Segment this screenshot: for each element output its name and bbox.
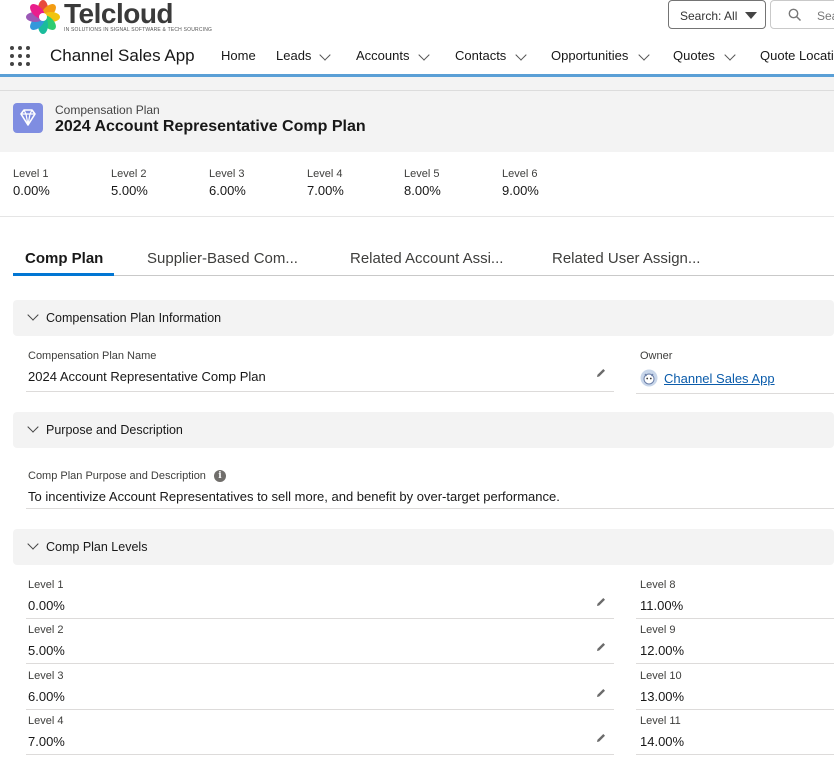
brand-tagline: IN SOLUTIONS IN SIGNAL SOFTWARE & TECH S… bbox=[64, 27, 213, 33]
highlight-label: Level 2 bbox=[111, 168, 147, 180]
flower-logo-icon bbox=[26, 0, 60, 34]
search-scope-select[interactable]: Search: All bbox=[668, 0, 766, 29]
page-title: 2024 Account Representative Comp Plan bbox=[55, 118, 366, 135]
field-value-level: 14.00% bbox=[640, 734, 685, 749]
active-tab-indicator bbox=[13, 273, 114, 276]
owner-link[interactable]: Channel Sales App bbox=[664, 371, 775, 386]
app-name: Channel Sales App bbox=[50, 46, 195, 65]
nav-accounts[interactable]: Accounts bbox=[356, 48, 409, 63]
field-label-level: Level 1 bbox=[28, 579, 64, 591]
pencil-icon[interactable] bbox=[595, 367, 607, 379]
owner-avatar-icon bbox=[640, 369, 658, 387]
chevron-down-icon[interactable] bbox=[319, 49, 331, 61]
field-value-level: 13.00% bbox=[640, 689, 685, 704]
field-value-level: 5.00% bbox=[28, 643, 65, 658]
field-divider bbox=[26, 663, 614, 664]
diamond-icon bbox=[20, 109, 36, 126]
highlight-value: 6.00% bbox=[209, 183, 246, 198]
field-value-level: 12.00% bbox=[640, 643, 685, 658]
section-header-info[interactable]: Compensation Plan Information bbox=[13, 300, 834, 336]
field-divider bbox=[636, 618, 834, 619]
field-value-level: 6.00% bbox=[28, 689, 65, 704]
highlight-value: 7.00% bbox=[307, 183, 344, 198]
nav-opportunities[interactable]: Opportunities bbox=[551, 48, 628, 63]
tab-divider bbox=[13, 275, 834, 276]
nav-leads[interactable]: Leads bbox=[276, 48, 311, 63]
tab-related-user-assignments[interactable]: Related User Assign... bbox=[552, 250, 700, 267]
field-value-level: 11.00% bbox=[640, 598, 684, 613]
highlight-value: 9.00% bbox=[502, 183, 539, 198]
field-label-level: Level 3 bbox=[28, 670, 64, 682]
search-scope-label: Search: All bbox=[680, 9, 738, 23]
field-divider bbox=[636, 393, 834, 394]
tab-comp-plan[interactable]: Comp Plan bbox=[25, 250, 103, 267]
search-placeholder: Search... bbox=[817, 9, 834, 23]
highlight-label: Level 4 bbox=[307, 168, 343, 180]
field-divider bbox=[26, 618, 614, 619]
field-value-level: 0.00% bbox=[28, 598, 65, 613]
chevron-down-icon bbox=[27, 309, 39, 321]
tab-supplier-based-comp[interactable]: Supplier-Based Com... bbox=[147, 250, 298, 267]
section-title: Comp Plan Levels bbox=[46, 540, 148, 554]
highlight-value: 5.00% bbox=[111, 183, 148, 198]
app-launcher-icon[interactable] bbox=[10, 46, 32, 68]
chevron-down-icon[interactable] bbox=[724, 49, 736, 61]
field-label-level: Level 2 bbox=[28, 624, 64, 636]
field-divider bbox=[26, 508, 834, 509]
field-value-purpose: To incentivize Account Representatives t… bbox=[28, 489, 560, 504]
chevron-down-icon[interactable] bbox=[638, 49, 650, 61]
field-label-level: Level 8 bbox=[640, 579, 676, 591]
pencil-icon[interactable] bbox=[595, 596, 607, 608]
nav-home[interactable]: Home bbox=[221, 48, 256, 63]
pencil-icon[interactable] bbox=[595, 687, 607, 699]
chevron-down-icon bbox=[27, 421, 39, 433]
field-divider bbox=[636, 663, 834, 664]
field-divider bbox=[636, 709, 834, 710]
search-input[interactable]: Search... bbox=[770, 0, 834, 29]
field-divider bbox=[26, 391, 614, 392]
highlight-label: Level 1 bbox=[13, 168, 49, 180]
highlight-label: Level 6 bbox=[502, 168, 538, 180]
field-label-level: Level 10 bbox=[640, 670, 682, 682]
pencil-icon[interactable] bbox=[595, 732, 607, 744]
highlight-value: 8.00% bbox=[404, 183, 441, 198]
field-divider bbox=[26, 754, 614, 755]
field-divider bbox=[636, 754, 834, 755]
section-title: Purpose and Description bbox=[46, 423, 183, 437]
section-header-purpose[interactable]: Purpose and Description bbox=[13, 412, 834, 448]
field-divider bbox=[26, 709, 614, 710]
field-label-owner: Owner bbox=[640, 350, 673, 362]
field-value-level: 7.00% bbox=[28, 734, 65, 749]
field-label-purpose: Comp Plan Purpose and Description bbox=[28, 470, 206, 482]
nav-contacts[interactable]: Contacts bbox=[455, 48, 506, 63]
section-title: Compensation Plan Information bbox=[46, 311, 222, 325]
pencil-icon[interactable] bbox=[595, 641, 607, 653]
compensation-plan-icon bbox=[13, 103, 43, 133]
section-header-levels[interactable]: Comp Plan Levels bbox=[13, 529, 834, 565]
brand-name: Telcloud bbox=[64, 0, 174, 29]
highlight-value: 0.00% bbox=[13, 183, 50, 198]
field-label-level: Level 9 bbox=[640, 624, 676, 636]
field-label-plan-name: Compensation Plan Name bbox=[28, 350, 157, 362]
tab-related-account-assignments[interactable]: Related Account Assi... bbox=[350, 250, 503, 267]
field-label-level: Level 11 bbox=[640, 715, 681, 727]
search-icon bbox=[788, 8, 802, 22]
nav-quote-locations[interactable]: Quote Locations bbox=[760, 48, 834, 63]
chevron-down-icon[interactable] bbox=[515, 49, 527, 61]
chevron-down-icon[interactable] bbox=[418, 49, 430, 61]
field-value-plan-name: 2024 Account Representative Comp Plan bbox=[28, 369, 266, 384]
info-icon[interactable]: i bbox=[214, 470, 226, 482]
record-object-label: Compensation Plan bbox=[55, 103, 160, 117]
nav-quotes[interactable]: Quotes bbox=[673, 48, 715, 63]
highlight-label: Level 3 bbox=[209, 168, 245, 180]
highlight-label: Level 5 bbox=[404, 168, 440, 180]
field-label-level: Level 4 bbox=[28, 715, 64, 727]
chevron-down-icon bbox=[27, 538, 39, 550]
caret-down-icon bbox=[745, 12, 757, 19]
